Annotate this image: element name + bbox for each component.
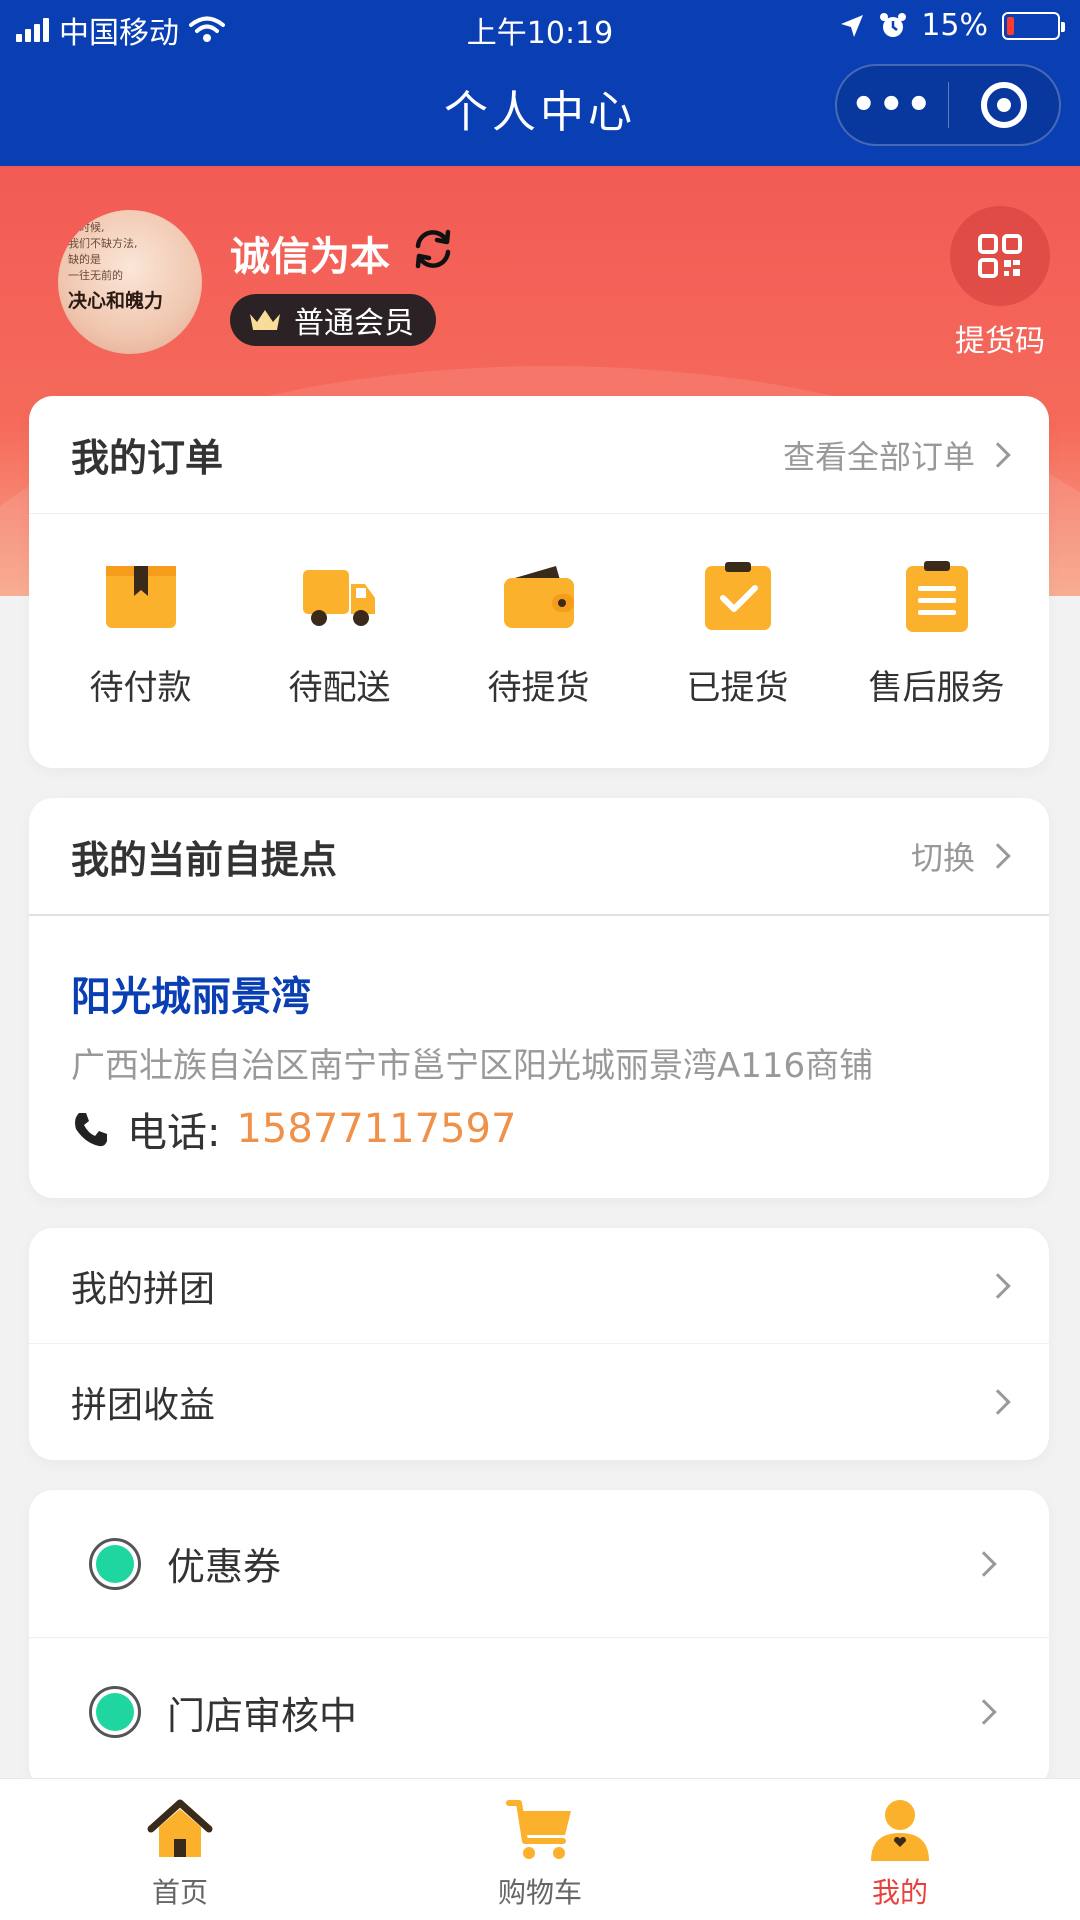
phone-label: 电话: xyxy=(127,1110,221,1156)
status-dot-icon xyxy=(89,1537,141,1590)
pickup-point-header: 我的当前自提点 切换 xyxy=(29,798,1049,916)
clipboard-list-icon xyxy=(905,561,968,632)
tab-mine[interactable]: 我的 xyxy=(720,1779,1080,1920)
group-buy-earnings-row[interactable]: 拼团收益 xyxy=(29,1344,1049,1460)
chevron-right-icon xyxy=(971,1550,997,1577)
order-status-pending-payment[interactable]: 待付款 xyxy=(41,558,240,709)
store-name: 阳光城丽景湾 xyxy=(71,974,311,1020)
coupons-label-group: 优惠券 xyxy=(89,1536,281,1591)
order-status-picked-up[interactable]: 已提货 xyxy=(638,558,837,709)
store-phone-row: 电话: 15877117597 xyxy=(71,1100,516,1158)
my-group-buy-row[interactable]: 我的拼团 xyxy=(29,1228,1049,1344)
battery-percent: 15% xyxy=(921,8,988,43)
order-status-pending-delivery[interactable]: 待配送 xyxy=(240,558,439,709)
close-miniprogram-button[interactable] xyxy=(948,82,1059,128)
order-status-row: 待付款 待配送 待提货 已提货 售后服务 xyxy=(29,558,1049,709)
row-label: 拼团收益 xyxy=(71,1385,216,1426)
bottom-tab-bar: 首页 购物车 我的 xyxy=(0,1778,1080,1920)
misc-card: 优惠券 门店审核中 xyxy=(29,1490,1049,1790)
order-status-pending-pickup[interactable]: 待提货 xyxy=(439,558,638,709)
row-label: 我的拼团 xyxy=(71,1268,216,1310)
phone-number[interactable]: 15877117597 xyxy=(236,1106,516,1152)
pickup-code-label[interactable]: 提货码 xyxy=(950,316,1050,360)
refresh-icon[interactable] xyxy=(410,226,456,272)
crown-icon xyxy=(250,310,280,330)
store-review-label-group: 门店审核中 xyxy=(89,1685,357,1740)
box-icon xyxy=(105,566,176,628)
avatar-quote: 那时候, 我们不缺方法, 缺的是 一往无前的 xyxy=(68,221,138,282)
username: 诚信为本 xyxy=(230,234,390,280)
status-dot-icon xyxy=(89,1686,141,1738)
view-all-orders-link[interactable]: 查看全部订单 xyxy=(782,432,1011,478)
top-bar: 中国移动 上午10:19 15% 个人中心 ••• xyxy=(0,0,1080,166)
store-review-row[interactable]: 门店审核中 xyxy=(29,1638,1049,1786)
qr-code-icon xyxy=(978,234,1022,278)
member-level-label: 普通会员 xyxy=(294,306,414,341)
tab-label: 我的 xyxy=(871,1876,928,1909)
alarm-icon xyxy=(880,12,907,37)
group-buy-card: 我的拼团 拼团收益 xyxy=(29,1228,1049,1460)
tab-cart[interactable]: 购物车 xyxy=(360,1779,720,1920)
store-address: 广西壮族自治区南宁市邕宁区阳光城丽景湾A116商铺 xyxy=(71,1046,874,1086)
more-button[interactable]: ••• xyxy=(837,82,948,128)
avatar-big-text: 决心和魄力 xyxy=(68,290,164,312)
orders-header: 我的订单 查看全部订单 xyxy=(29,396,1049,514)
order-status-label: 已提货 xyxy=(686,668,789,708)
member-badge[interactable]: 普通会员 xyxy=(230,294,436,346)
order-status-label: 待配送 xyxy=(288,668,391,708)
row-label: 优惠券 xyxy=(167,1545,282,1589)
coupons-row[interactable]: 优惠券 xyxy=(29,1490,1049,1638)
wallet-icon xyxy=(503,566,574,628)
battery-icon xyxy=(1002,11,1065,40)
order-status-label: 售后服务 xyxy=(868,668,1005,708)
phone-icon xyxy=(75,1113,107,1147)
pickup-code-button[interactable] xyxy=(950,206,1050,306)
avatar[interactable]: 那时候, 我们不缺方法, 缺的是 一往无前的 决心和魄力 xyxy=(58,210,202,354)
miniprogram-capsule: ••• xyxy=(835,64,1061,146)
view-all-orders-label: 查看全部订单 xyxy=(782,437,975,476)
order-status-after-sales[interactable]: 售后服务 xyxy=(837,558,1036,709)
order-status-label: 待提货 xyxy=(487,668,590,708)
chevron-right-icon xyxy=(971,1699,997,1725)
status-bar: 中国移动 上午10:19 15% xyxy=(0,0,1080,56)
clipboard-check-icon xyxy=(704,562,771,630)
switch-pickup-point-link[interactable]: 切换 xyxy=(910,833,1011,879)
chevron-right-icon xyxy=(985,1389,1011,1415)
row-label: 门店审核中 xyxy=(167,1693,358,1738)
home-icon xyxy=(147,1799,213,1857)
cart-icon xyxy=(506,1800,571,1859)
pickup-point-title: 我的当前自提点 xyxy=(71,837,338,882)
user-icon xyxy=(871,1800,929,1861)
chevron-right-icon xyxy=(985,441,1011,468)
chevron-right-icon xyxy=(985,1272,1011,1299)
order-status-label: 待付款 xyxy=(89,668,192,708)
truck-icon xyxy=(302,570,375,626)
chevron-right-icon xyxy=(985,843,1011,869)
target-icon xyxy=(980,82,1027,128)
switch-label: 切换 xyxy=(910,839,975,877)
tab-home[interactable]: 首页 xyxy=(0,1779,360,1920)
orders-title: 我的订单 xyxy=(71,436,224,480)
pickup-point-card: 我的当前自提点 切换 阳光城丽景湾 广西壮族自治区南宁市邕宁区阳光城丽景湾A11… xyxy=(29,798,1049,1198)
orders-card: 我的订单 查看全部订单 待付款 待配送 待提货 已提货 售后服务 xyxy=(29,396,1049,768)
tab-label: 首页 xyxy=(151,1876,208,1909)
location-arrow-icon xyxy=(841,14,864,37)
tab-label: 购物车 xyxy=(497,1876,582,1909)
